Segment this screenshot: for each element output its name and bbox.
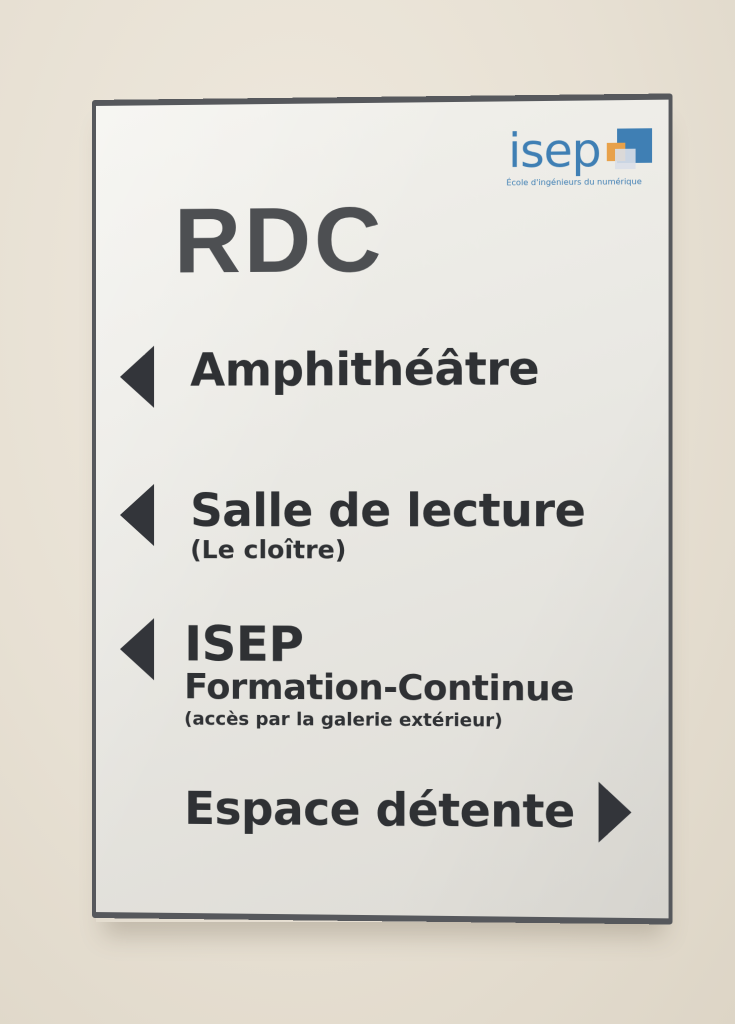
isep-logo: isep École d'ingénieurs du numérique xyxy=(473,122,653,188)
arrow-right-icon xyxy=(598,781,632,843)
floor-title: RDC xyxy=(174,188,385,293)
logo-wordmark: isep xyxy=(508,122,601,179)
direction-amphitheatre: Amphithéâtre xyxy=(120,341,540,408)
direction-label: Salle de lecture xyxy=(190,483,586,538)
direction-salle-de-lecture: Salle de lecture (Le cloître) xyxy=(120,484,585,565)
arrow-left-icon xyxy=(120,618,155,681)
direction-label: Amphithéâtre xyxy=(190,341,540,397)
direction-sublabel: Formation-Continue xyxy=(184,667,575,710)
direction-sublabel: (Le cloître) xyxy=(190,534,347,564)
direction-label: ISEP xyxy=(184,616,304,673)
direction-label: Espace détente xyxy=(184,781,575,839)
direction-espace-detente: Espace détente xyxy=(184,779,632,843)
directional-sign: isep École d'ingénieurs du numérique RDC… xyxy=(92,93,673,925)
logo-tagline: École d'ingénieurs du numérique xyxy=(506,177,642,188)
direction-note: (accès par la galerie extérieur) xyxy=(184,708,503,731)
logo-squares-icon xyxy=(603,126,653,173)
direction-isep-formation-continue: ISEP Formation-Continue (accès par la ga… xyxy=(120,616,575,733)
arrow-left-icon xyxy=(120,345,155,408)
arrow-left-icon xyxy=(120,483,155,547)
